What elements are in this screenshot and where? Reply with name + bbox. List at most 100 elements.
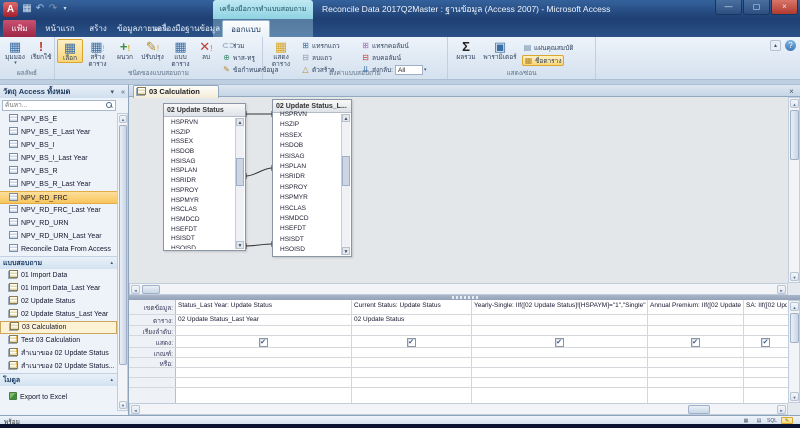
sql-view-icon[interactable]: SQL <box>766 417 778 424</box>
scroll-thumb[interactable] <box>688 405 710 414</box>
tab-database-tools[interactable]: เครื่องมือฐานข้อมูล <box>154 20 212 37</box>
grid-table-cell[interactable]: 02 Update Status <box>354 316 470 323</box>
field-row[interactable]: HSOISD <box>274 245 341 255</box>
nav-item-query[interactable]: 01 Import Data <box>0 269 117 282</box>
field-row[interactable]: HSPRVN <box>165 118 235 128</box>
nav-item-query[interactable]: 02 Update Status_Last Year <box>0 308 117 321</box>
nav-item-table[interactable]: NPV_RD_FRC_Last Year <box>0 204 117 217</box>
search-input[interactable] <box>4 101 102 110</box>
show-table-button[interactable]: ▦ แสดงตาราง <box>266 39 296 68</box>
field-row[interactable]: HSDOB <box>165 147 235 157</box>
close-button[interactable]: × <box>771 0 798 15</box>
tab-home[interactable]: หน้าแรก <box>40 20 80 37</box>
field-list-scrollbar[interactable]: ▲ ▼ <box>235 118 244 249</box>
nav-item-query-selected[interactable]: 03 Calculation <box>0 321 117 334</box>
field-row[interactable]: HSEFDT <box>165 225 235 235</box>
insert-rows-button[interactable]: ⊞ แทรกแถว <box>300 40 341 51</box>
grid-field-cell[interactable]: Yearly-Single: IIf([02 Update Status]![H… <box>474 302 646 309</box>
nav-item-table-selected[interactable]: NPV_RD_FRC <box>0 191 117 204</box>
qat-dropdown-icon[interactable]: ▾ <box>60 2 70 16</box>
nav-item-table[interactable]: NPV_RD_URN_Last Year <box>0 230 117 243</box>
grid-vscrollbar[interactable]: ▲ ▼ <box>788 300 800 403</box>
grid-field-cell[interactable]: SA: IIf([02 Update Sta <box>746 302 787 309</box>
tab-design[interactable]: ออกแบบ <box>222 20 270 37</box>
delete-columns-button[interactable]: ⊟ ลบคอลัมน์ <box>360 52 402 63</box>
totals-button[interactable]: Σ ผลรวม <box>452 39 480 61</box>
field-list-current[interactable]: 02 Update Status HSPRVNHSZIPHSSEXHSDOBHS… <box>163 103 246 251</box>
nav-item-table[interactable]: Reconcile Data From Access <box>0 243 117 256</box>
show-checkbox[interactable]: ✔ <box>259 338 268 347</box>
field-row[interactable]: HSMDCD <box>165 215 235 225</box>
scroll-up-icon[interactable]: ▲ <box>236 118 244 126</box>
design-vscrollbar[interactable]: ▲ ▼ <box>788 97 800 283</box>
view-button[interactable]: ▦ มุมมอง▾ <box>3 39 27 67</box>
select-query-button[interactable]: ▦ เลือก <box>57 39 83 63</box>
nav-item-table[interactable]: NPV_RD_URN <box>0 217 117 230</box>
scroll-up-icon[interactable]: ▲ <box>790 302 799 311</box>
nav-pane-header[interactable]: วัตถุ Access ทั้งหมด ▾ « <box>0 85 128 98</box>
access-app-icon[interactable]: A <box>3 2 18 17</box>
append-button[interactable]: +! ผนวก <box>112 39 138 61</box>
nav-item-table[interactable]: NPV_BS_I_Last Year <box>0 152 117 165</box>
grid-table-cell[interactable]: 02 Update Status_Last Year <box>178 316 350 323</box>
crosstab-button[interactable]: ▦ แบบตาราง <box>167 39 194 68</box>
update-button[interactable]: ✎! ปรับปรุง <box>139 39 166 61</box>
scroll-down-icon[interactable]: ▼ <box>790 272 799 281</box>
tab-file[interactable]: แฟ้ม <box>3 20 36 37</box>
nav-item-action-query[interactable]: Test 03 Calculation <box>0 334 117 347</box>
scroll-thumb[interactable] <box>790 313 799 343</box>
field-row[interactable]: HSZIP <box>274 120 341 130</box>
scroll-thumb[interactable] <box>342 156 350 186</box>
minimize-button[interactable]: — <box>715 0 742 15</box>
field-row[interactable]: HSISDT <box>165 234 235 244</box>
field-list-scrollbar[interactable]: ▲ ▼ <box>341 114 350 255</box>
field-row[interactable]: HSSEX <box>274 131 341 141</box>
nav-item-table[interactable]: NPV_BS_E <box>0 113 117 126</box>
grid-hscrollbar[interactable]: ◄ ► <box>129 403 788 415</box>
delete-rows-button[interactable]: ⊟ ลบแถว <box>300 52 333 63</box>
field-row[interactable]: HSDOB <box>274 141 341 151</box>
document-close-icon[interactable]: × <box>786 86 797 97</box>
scroll-down-icon[interactable]: ▼ <box>236 241 244 249</box>
field-row[interactable]: HSISAG <box>274 152 341 162</box>
scroll-left-icon[interactable]: ◄ <box>131 405 140 414</box>
field-row[interactable]: HSPLAN <box>165 166 235 176</box>
scroll-up-icon[interactable]: ▲ <box>790 99 799 108</box>
nav-item-table[interactable]: NPV_BS_R_Last Year <box>0 178 117 191</box>
minimize-ribbon-icon[interactable]: ▴ <box>770 40 781 51</box>
tab-create[interactable]: สร้าง <box>83 20 113 37</box>
datasheet-view-icon[interactable]: ▦ <box>740 417 752 424</box>
field-list-last-year[interactable]: 02 Update Status_L... HSPRVNHSZIPHSSEXHS… <box>272 99 352 257</box>
scroll-left-icon[interactable]: ◄ <box>131 285 140 294</box>
delete-query-button[interactable]: ✕! ลบ <box>195 39 217 61</box>
field-row[interactable]: HSPMYR <box>274 193 341 203</box>
field-row[interactable]: HSRIDR <box>165 176 235 186</box>
field-row[interactable]: HSMDCD <box>274 214 341 224</box>
grid-field-cell[interactable]: Current Status: Update Status <box>354 302 470 309</box>
grid-field-cell[interactable]: Status_Last Year: Update Status <box>178 302 350 309</box>
grid-field-cell[interactable]: Annual Premium: IIf([02 Update Status] <box>650 302 742 309</box>
design-view-icon[interactable]: ✎ <box>781 417 793 424</box>
undo-icon[interactable]: ↶ <box>34 2 46 16</box>
shutter-bar-close-icon[interactable]: « <box>121 86 125 99</box>
pass-through-button[interactable]: ⊕ พาส-ทรู <box>221 52 256 63</box>
nav-item-table[interactable]: NPV_BS_I <box>0 139 117 152</box>
field-row[interactable]: HSPMYR <box>165 196 235 206</box>
scroll-down-icon[interactable]: ▼ <box>342 247 350 255</box>
nav-item-module[interactable]: Export to Excel <box>0 391 117 404</box>
restore-button[interactable]: ▢ <box>743 0 770 15</box>
field-row[interactable]: HSSEX <box>165 137 235 147</box>
nav-item-action-query[interactable]: สำเนาของ 02 Update Status <box>0 347 117 360</box>
grid-column[interactable]: Current Status: Update Status 02 Update … <box>352 300 472 403</box>
nav-search-box[interactable] <box>2 100 116 111</box>
scroll-thumb[interactable] <box>790 110 799 160</box>
nav-item-table[interactable]: NPV_BS_R <box>0 165 117 178</box>
help-icon[interactable]: ? <box>785 40 796 51</box>
grid-column[interactable]: Yearly-Single: IIf([02 Update Status]![H… <box>472 300 648 403</box>
field-row[interactable]: HSCLAS <box>165 205 235 215</box>
property-sheet-button[interactable]: ▤ แผ่นคุณสมบัติ <box>522 42 574 53</box>
field-row[interactable]: HSISAG <box>165 157 235 167</box>
scroll-down-icon[interactable]: ▼ <box>119 401 127 409</box>
make-table-button[interactable]: ▦! สร้างตาราง <box>84 39 111 68</box>
show-checkbox[interactable]: ✔ <box>691 338 700 347</box>
